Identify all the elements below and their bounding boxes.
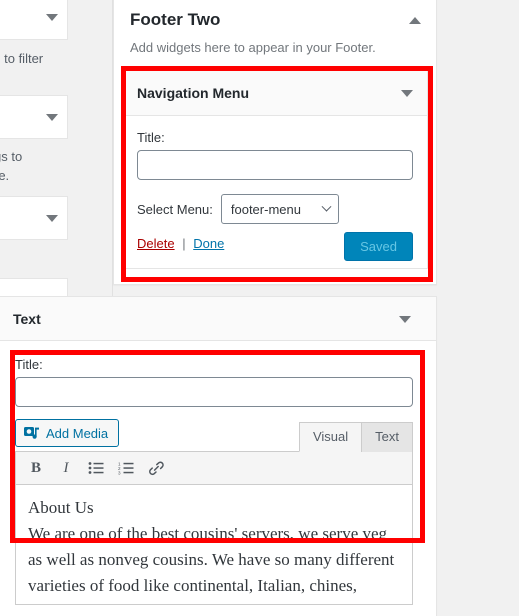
editor-content-area[interactable]: About Us We are one of the best cousins'… bbox=[15, 485, 413, 605]
text-widget: Text Title: Add Media Visual Text B I 1 … bbox=[0, 296, 437, 616]
title-label: Title: bbox=[137, 130, 165, 145]
link-separator: | bbox=[182, 236, 186, 251]
delete-link[interactable]: Delete bbox=[137, 236, 175, 251]
widget-body: Title: Add Media Visual Text B I 1 2 3 A… bbox=[0, 341, 436, 605]
select-menu-dropdown[interactable]: footer-menu bbox=[220, 194, 339, 224]
triangle-up-icon[interactable] bbox=[409, 17, 421, 24]
footer-two-panel: Footer Two Add widgets here to appear in… bbox=[113, 0, 437, 285]
save-button[interactable]: Saved bbox=[344, 232, 413, 261]
add-media-label: Add Media bbox=[46, 425, 109, 441]
add-media-button[interactable]: Add Media bbox=[15, 419, 120, 447]
chevron-down-icon bbox=[321, 201, 332, 212]
widget-title: Text bbox=[13, 310, 41, 327]
panel-description: Add widgets here to appear in your Foote… bbox=[130, 40, 376, 56]
widget-header[interactable]: Text bbox=[0, 297, 436, 341]
select-menu-value: footer-menu bbox=[230, 201, 301, 217]
italic-icon[interactable]: I bbox=[52, 455, 80, 481]
done-link[interactable]: Done bbox=[193, 236, 224, 251]
triangle-up-icon[interactable] bbox=[399, 315, 411, 323]
widgets-admin-screen: s to filter gs to re. Footer Two Add wid… bbox=[0, 0, 519, 616]
main-column: Footer Two Add widgets here to appear in… bbox=[0, 0, 519, 616]
tab-text[interactable]: Text bbox=[361, 422, 413, 452]
title-input[interactable] bbox=[137, 150, 413, 180]
triangle-up-icon[interactable] bbox=[401, 90, 413, 97]
navigation-menu-widget: Navigation Menu Title: Select Menu: foot… bbox=[122, 70, 428, 269]
tab-visual[interactable]: Visual bbox=[298, 422, 363, 452]
text-editor: Add Media Visual Text B I 1 2 3 About Us… bbox=[15, 419, 413, 605]
editor-paragraph-heading: About Us bbox=[28, 498, 94, 517]
bold-icon[interactable]: B bbox=[22, 455, 50, 481]
text-widget-panel: Text Title: Add Media Visual Text B I 1 … bbox=[0, 296, 437, 616]
numbered-list-icon[interactable]: 1 2 3 bbox=[112, 455, 140, 481]
widget-body: Title: Select Menu: footer-menu Delete |… bbox=[123, 116, 427, 280]
widget-title: Navigation Menu bbox=[137, 85, 250, 101]
select-menu-row: Select Menu: footer-menu bbox=[137, 194, 413, 224]
bulleted-list-icon[interactable] bbox=[82, 455, 110, 481]
select-menu-label: Select Menu: bbox=[137, 201, 213, 217]
title-input[interactable] bbox=[15, 377, 413, 407]
editor-media-bar: Add Media Visual Text bbox=[15, 419, 413, 452]
widget-controls: Delete | Done Saved bbox=[137, 232, 413, 266]
svg-text:3: 3 bbox=[118, 470, 121, 475]
link-icon[interactable] bbox=[142, 455, 170, 481]
panel-title: Footer Two bbox=[130, 10, 221, 29]
editor-paragraph-body: We are one of the best cousins' servers,… bbox=[28, 524, 395, 595]
media-icon bbox=[24, 426, 40, 441]
editor-toolbar: B I 1 2 3 bbox=[15, 451, 413, 485]
title-label: Title: bbox=[15, 357, 43, 372]
editor-mode-tabs: Visual Text bbox=[298, 422, 413, 452]
widget-header[interactable]: Navigation Menu bbox=[123, 71, 427, 116]
